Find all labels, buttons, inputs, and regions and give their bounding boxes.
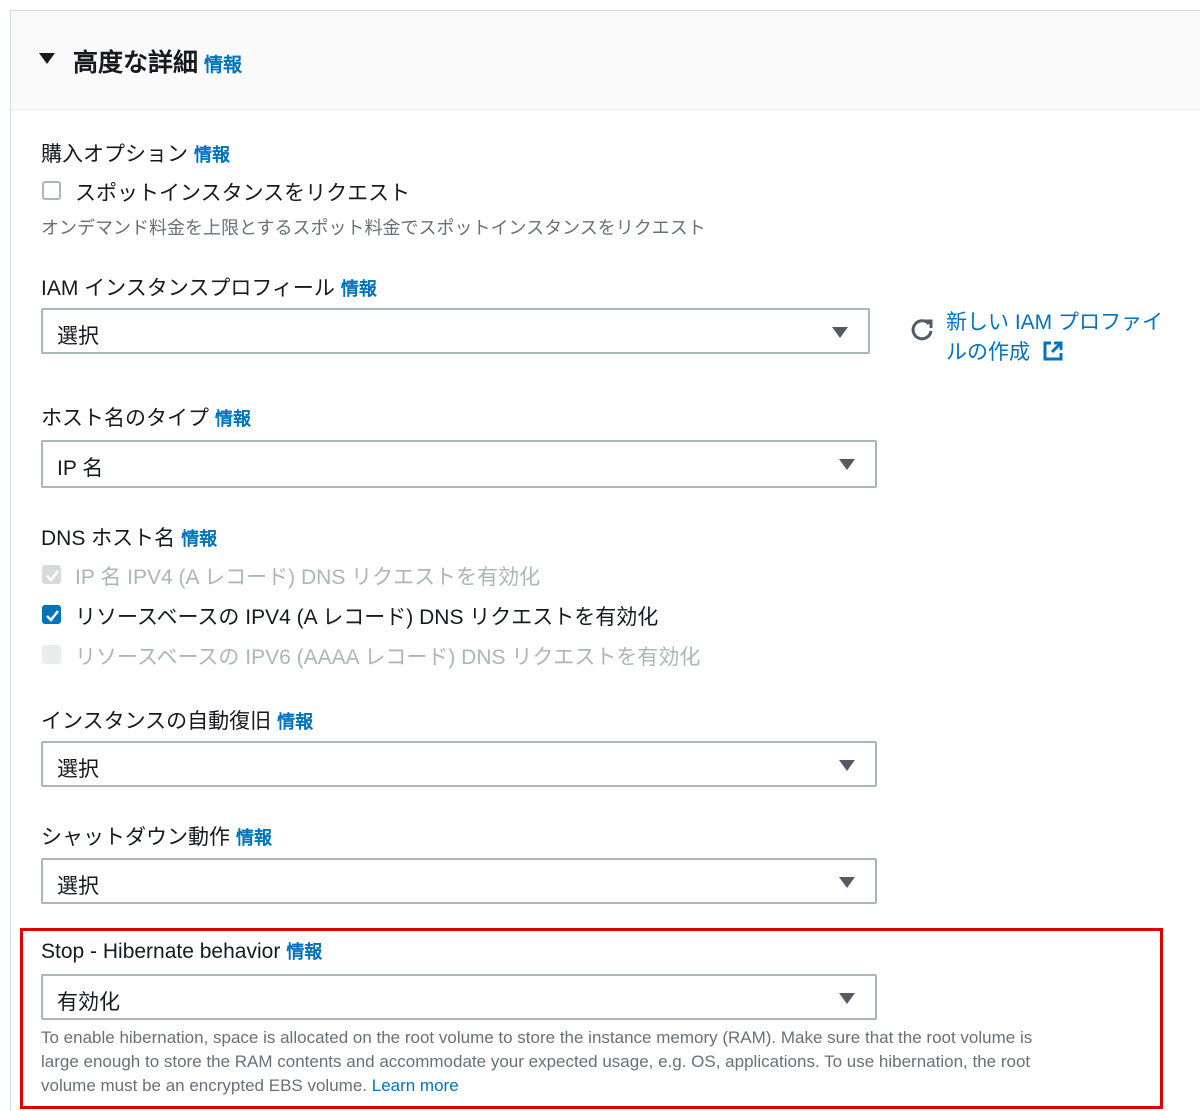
hibernate-help-text: To enable hibernation, space is allocate…: [41, 1026, 1151, 1098]
spot-instance-description: オンデマンド料金を上限とするスポット料金でスポットインスタンスをリクエスト: [41, 218, 706, 238]
dns-ipv4-ipname-label: IP 名 IPV4 (A レコード) DNS リクエストを有効化: [75, 566, 541, 589]
dns-resource-ipv4-checkbox[interactable]: [42, 605, 61, 624]
caret-down-icon[interactable]: [39, 53, 55, 64]
info-link[interactable]: 情報: [215, 409, 251, 429]
shutdown-behavior-select-value: 選択: [57, 875, 99, 898]
info-link[interactable]: 情報: [181, 529, 217, 549]
purchase-option-label: 購入オプション 情報: [41, 138, 230, 168]
panel-header[interactable]: 高度な詳細 情報: [11, 11, 1200, 110]
dns-resource-ipv6-checkbox: [42, 645, 61, 664]
info-link[interactable]: 情報: [286, 942, 322, 962]
spot-instance-checkbox[interactable]: [42, 181, 61, 200]
info-link[interactable]: 情報: [194, 145, 230, 165]
iam-profile-select[interactable]: 選択: [41, 308, 870, 354]
dns-resource-ipv4-label[interactable]: リソースベースの IPV4 (A レコード) DNS リクエストを有効化: [75, 601, 658, 631]
info-link[interactable]: 情報: [341, 279, 377, 299]
dns-hostname-label-text: DNS ホスト名: [41, 527, 176, 550]
hibernate-behavior-label-text: Stop - Hibernate behavior: [41, 940, 281, 963]
info-link[interactable]: 情報: [204, 55, 242, 76]
create-iam-profile-link-line1: 新しい IAM プロファイ: [946, 311, 1164, 334]
learn-more-link[interactable]: Learn more: [372, 1076, 459, 1095]
dns-ipv4-ipname-checkbox: [42, 565, 61, 584]
create-iam-profile-link-line2: ルの作成: [946, 341, 1030, 364]
hostname-type-label: ホスト名のタイプ 情報: [41, 402, 251, 432]
chevron-down-icon: [839, 877, 855, 888]
panel-title: 高度な詳細 情報: [73, 43, 242, 79]
create-iam-profile-link[interactable]: 新しい IAM プロファイ ルの作成: [946, 308, 1163, 371]
shutdown-behavior-label-text: シャットダウン動作: [41, 826, 230, 849]
hibernate-help-line: volume must be an encrypted EBS volume.: [41, 1076, 367, 1095]
hibernate-help-line: To enable hibernation, space is allocate…: [41, 1028, 1033, 1047]
hibernate-behavior-label: Stop - Hibernate behavior 情報: [41, 938, 322, 964]
shutdown-behavior-label: シャットダウン動作 情報: [41, 821, 272, 851]
hibernate-behavior-select-value: 有効化: [57, 991, 120, 1014]
iam-profile-label: IAM インスタンスプロフィール 情報: [41, 272, 377, 302]
dns-resource-ipv6-label: リソースベースの IPV6 (AAAA レコード) DNS リクエストを有効化: [75, 646, 701, 669]
chevron-down-icon: [839, 993, 855, 1004]
hostname-type-label-text: ホスト名のタイプ: [41, 407, 209, 430]
chevron-down-icon: [839, 760, 855, 771]
auto-recovery-select[interactable]: 選択: [41, 741, 877, 787]
auto-recovery-label-text: インスタンスの自動復旧: [41, 710, 272, 733]
refresh-icon[interactable]: [908, 316, 936, 349]
auto-recovery-select-value: 選択: [57, 758, 99, 781]
hostname-type-select[interactable]: IP 名: [41, 440, 877, 488]
spot-instance-checkbox-label[interactable]: スポットインスタンスをリクエスト: [75, 177, 410, 207]
chevron-down-icon: [839, 459, 855, 470]
info-link[interactable]: 情報: [236, 828, 272, 848]
info-link[interactable]: 情報: [277, 712, 313, 732]
external-link-icon: [1042, 340, 1064, 371]
shutdown-behavior-select[interactable]: 選択: [41, 858, 877, 904]
iam-profile-select-value: 選択: [57, 325, 99, 348]
hibernate-behavior-select[interactable]: 有効化: [41, 974, 877, 1020]
purchase-option-label-text: 購入オプション: [41, 143, 188, 166]
iam-profile-label-text: IAM インスタンスプロフィール: [41, 277, 335, 300]
hibernate-help-line: large enough to store the RAM contents a…: [41, 1052, 1031, 1071]
dns-hostname-label: DNS ホスト名 情報: [41, 522, 217, 552]
hostname-type-select-value: IP 名: [57, 457, 104, 480]
section-title-text: 高度な詳細: [73, 49, 199, 77]
chevron-down-icon: [832, 327, 848, 338]
auto-recovery-label: インスタンスの自動復旧 情報: [41, 705, 313, 735]
